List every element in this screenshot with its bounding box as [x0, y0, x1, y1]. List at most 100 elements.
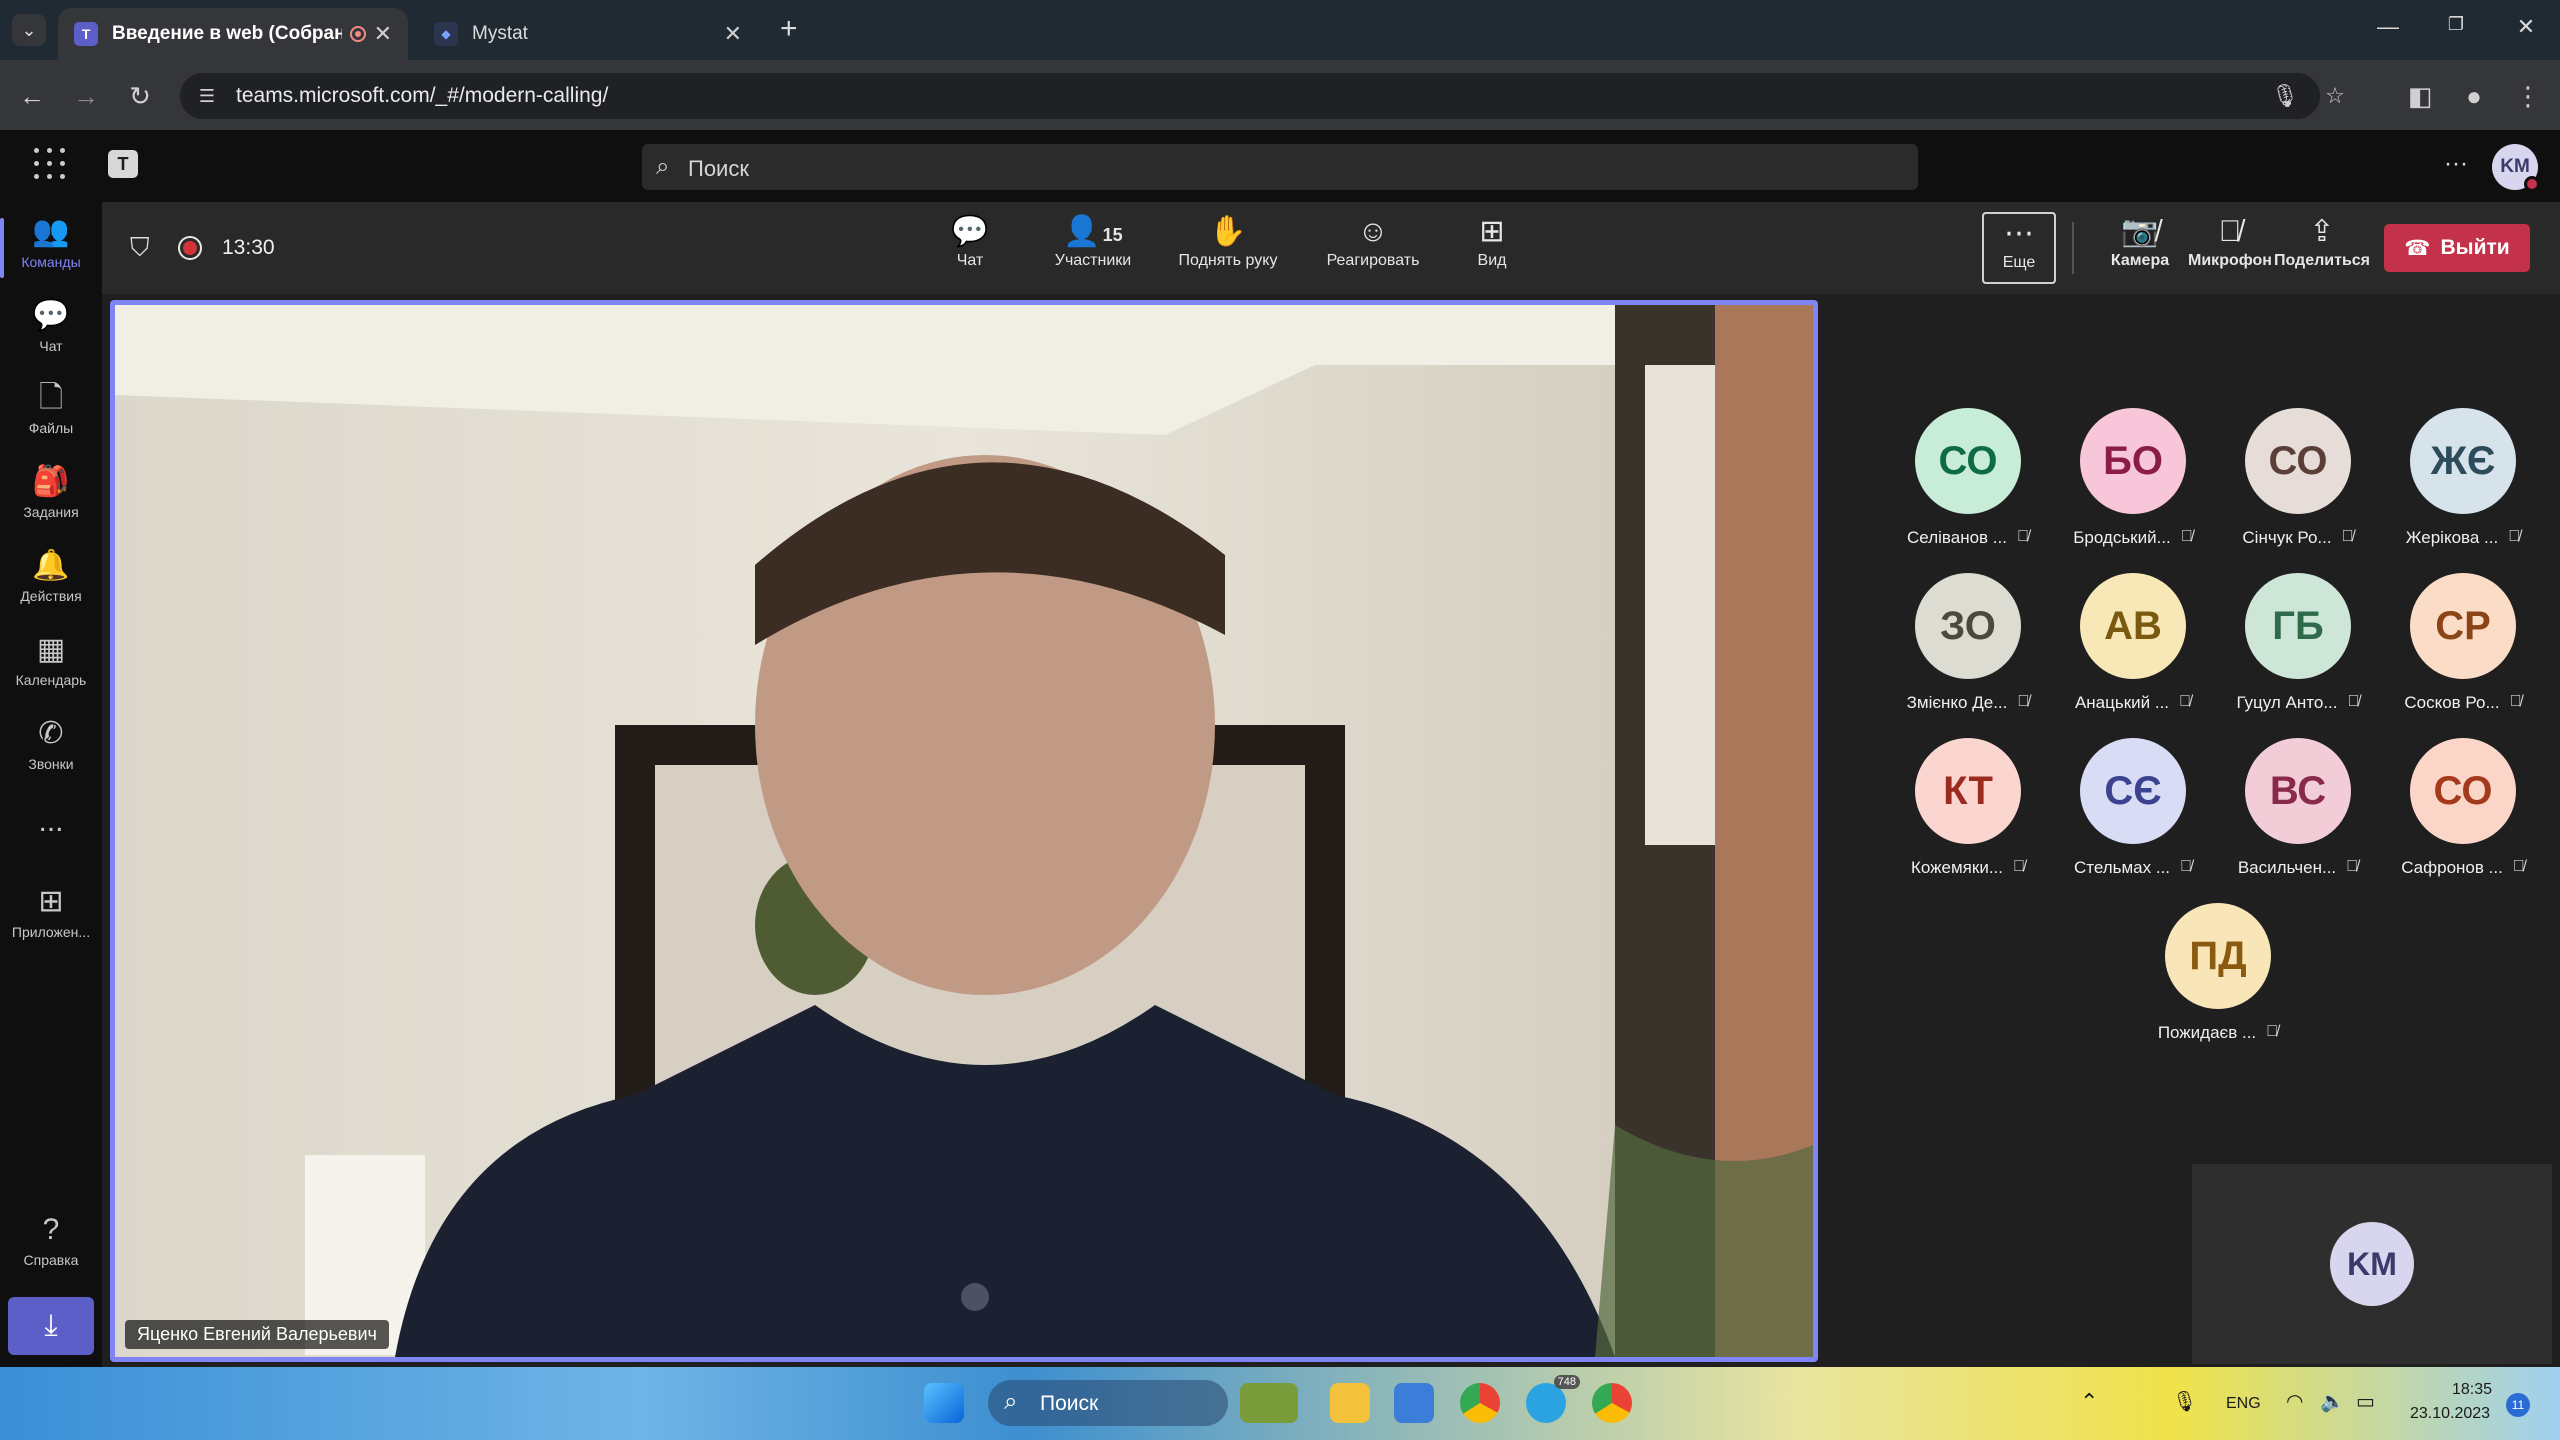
- rail-item-chat[interactable]: 💬 Чат: [0, 296, 102, 376]
- participant-tile[interactable]: БО Бродський... 🎙̸: [2053, 408, 2213, 558]
- participant-name: Сафронов ...: [2401, 858, 2503, 877]
- language-indicator[interactable]: ENG: [2226, 1395, 2261, 1413]
- mic-muted-icon: 🎙̸: [2016, 528, 2029, 545]
- microphone-icon[interactable]: 🎙: [2270, 81, 2300, 111]
- participant-tile[interactable]: СО Селіванов ... 🎙̸: [1888, 408, 2048, 558]
- participant-tile[interactable]: СР Сосков Ро... 🎙̸: [2383, 573, 2543, 723]
- bookmark-star-icon[interactable]: ☆: [2320, 81, 2350, 111]
- shield-icon[interactable]: ⛉: [130, 232, 150, 264]
- settings-more-icon[interactable]: ···: [2444, 150, 2468, 178]
- search-input[interactable]: ⌕ Поиск: [642, 144, 1918, 190]
- tab-teams-meeting[interactable]: T Введение в web (Собрание) ✕: [58, 8, 408, 60]
- tab-search-chevron-icon[interactable]: ⌄: [12, 14, 46, 46]
- participants-button[interactable]: 👤 15 Участники: [1028, 212, 1158, 284]
- clock-time[interactable]: 18:35: [2452, 1381, 2492, 1399]
- phone-icon: ✆: [38, 717, 64, 750]
- apps-icon: ⊞: [38, 885, 64, 918]
- rail-item-help[interactable]: ? Справка: [0, 1210, 102, 1290]
- self-video-tile[interactable]: KM: [2192, 1164, 2552, 1364]
- participant-tile[interactable]: КТ Кожемяки... 🎙̸: [1888, 738, 2048, 888]
- app-launcher-icon[interactable]: [34, 148, 66, 180]
- forward-icon[interactable]: →: [68, 78, 104, 114]
- rail-item-assignments[interactable]: 🎒 Задания: [0, 462, 102, 542]
- chat-icon: 💬: [951, 215, 989, 248]
- tab-mystat[interactable]: ◆ Mystat ✕: [418, 8, 758, 60]
- teams-header: T ⌕ Поиск ··· KM: [0, 130, 2560, 202]
- camera-button[interactable]: 📷̸ Камера: [2092, 212, 2188, 284]
- more-button[interactable]: ⋯ Еще: [1982, 212, 2056, 284]
- tray-mic-icon[interactable]: 🎙: [2172, 1389, 2197, 1414]
- rail-item-apps[interactable]: ⊞ Приложен...: [0, 882, 102, 962]
- react-button[interactable]: ☺ Реагировать: [1298, 212, 1448, 284]
- file-explorer-icon[interactable]: [1330, 1383, 1370, 1423]
- download-app-button[interactable]: ⤓: [8, 1297, 94, 1355]
- leave-button[interactable]: ☎ Выйти: [2384, 224, 2530, 272]
- participant-avatar: ЗО: [1915, 573, 2021, 679]
- search-icon: ⌕: [656, 153, 670, 180]
- rail-item-files[interactable]: 🗋 Файлы: [0, 378, 102, 458]
- telegram-icon[interactable]: 748: [1526, 1375, 1580, 1423]
- participant-avatar: СЄ: [2080, 738, 2186, 844]
- files-icon: 🗋: [38, 381, 64, 414]
- address-bar[interactable]: ☰ teams.microsoft.com/_#/modern-calling/…: [180, 73, 2345, 119]
- participant-tile[interactable]: СО Сінчук Ро... 🎙̸: [2218, 408, 2378, 558]
- participant-tile[interactable]: СЄ Стельмах ... 🎙̸: [2053, 738, 2213, 888]
- store-icon[interactable]: [1394, 1383, 1434, 1423]
- chat-button[interactable]: 💬 Чат: [910, 212, 1030, 284]
- reload-icon[interactable]: ↻: [122, 78, 158, 114]
- browser-toolbar: ← → ↻ ☰ teams.microsoft.com/_#/modern-ca…: [0, 60, 2560, 130]
- minimize-icon[interactable]: —: [2368, 14, 2408, 46]
- close-tab-icon[interactable]: ✕: [724, 21, 742, 47]
- participant-tile[interactable]: ВС Васильчен... 🎙̸: [2218, 738, 2378, 888]
- battery-icon[interactable]: ▭: [2356, 1389, 2375, 1414]
- participant-avatar: ПД: [2165, 903, 2271, 1009]
- windows-start-icon[interactable]: [924, 1383, 964, 1423]
- rail-item-more[interactable]: ...: [0, 802, 102, 882]
- participant-tile[interactable]: ЗО Змієнко Де... 🎙̸: [1888, 573, 2048, 723]
- chrome-menu-icon[interactable]: ⋮: [2510, 78, 2546, 114]
- view-button[interactable]: ⊞ Вид: [1442, 212, 1542, 284]
- participant-tile[interactable]: СО Сафронов ... 🎙̸: [2383, 738, 2543, 888]
- notification-badge[interactable]: 11: [2506, 1393, 2530, 1417]
- site-info-icon[interactable]: ☰: [192, 81, 222, 111]
- profile-icon[interactable]: ●: [2456, 78, 2492, 114]
- user-avatar[interactable]: KM: [2492, 144, 2540, 192]
- close-window-icon[interactable]: ✕: [2506, 14, 2546, 46]
- camera-off-icon: 📷̸: [2121, 215, 2159, 248]
- new-tab-icon[interactable]: +: [780, 12, 798, 46]
- teams-icon: 👥: [32, 215, 70, 248]
- presenter-video[interactable]: Яценко Евгений Валерьевич: [110, 300, 1818, 1362]
- side-panel-icon[interactable]: ◧: [2402, 78, 2438, 114]
- close-tab-icon[interactable]: ✕: [374, 21, 392, 47]
- rail-item-activity[interactable]: 🔔 Действия: [0, 546, 102, 626]
- participant-tile[interactable]: ПД Пожидаєв ... 🎙̸: [2138, 903, 2298, 1053]
- chrome-profile-icon[interactable]: [1592, 1383, 1632, 1423]
- windows-taskbar: ⌕ Поиск 748 ⌃ 🎙 ENG ◠ 🔈 ▭ 18:35 23.10.20…: [0, 1367, 2560, 1440]
- participant-tile[interactable]: ЖЄ Жерікова ... 🎙̸: [2383, 408, 2543, 558]
- mic-muted-icon: 🎙̸: [2509, 693, 2522, 710]
- tray-chevron-icon[interactable]: ⌃: [2080, 1389, 2098, 1415]
- participant-name: Селіванов ...: [1907, 528, 2007, 547]
- clock-date[interactable]: 23.10.2023: [2410, 1405, 2490, 1423]
- mic-button[interactable]: 🎙̸ Микрофон: [2176, 212, 2284, 284]
- participant-tile[interactable]: АВ Анацький ... 🎙̸: [2053, 573, 2213, 723]
- widgets-icon[interactable]: [1240, 1383, 1298, 1423]
- raise-hand-button[interactable]: ✋ Поднять руку: [1158, 212, 1298, 284]
- download-icon: ⤓: [44, 1309, 58, 1342]
- mic-muted-icon: 🎙̸: [2013, 858, 2025, 875]
- volume-icon[interactable]: 🔈: [2320, 1389, 2345, 1414]
- rail-item-teams[interactable]: 👥 Команды: [0, 212, 102, 292]
- participant-tile[interactable]: ГБ Гуцул Анто... 🎙̸: [2218, 573, 2378, 723]
- rail-item-calls[interactable]: ✆ Звонки: [0, 714, 102, 794]
- recording-indicator-icon: [178, 236, 202, 260]
- url-text: teams.microsoft.com/_#/modern-calling/: [236, 84, 609, 107]
- restore-icon[interactable]: ❐: [2436, 14, 2476, 46]
- share-button[interactable]: ⇪ Поделиться: [2272, 212, 2372, 284]
- wifi-icon[interactable]: ◠: [2286, 1389, 2303, 1414]
- presenter-name-badge: Яценко Евгений Валерьевич: [125, 1320, 389, 1349]
- rail-item-calendar[interactable]: ▦ Календарь: [0, 630, 102, 710]
- taskbar-search[interactable]: ⌕ Поиск: [988, 1380, 1228, 1426]
- taskbar-search-label: Поиск: [1040, 1392, 1099, 1415]
- back-icon[interactable]: ←: [14, 78, 50, 114]
- chrome-icon[interactable]: [1460, 1383, 1500, 1423]
